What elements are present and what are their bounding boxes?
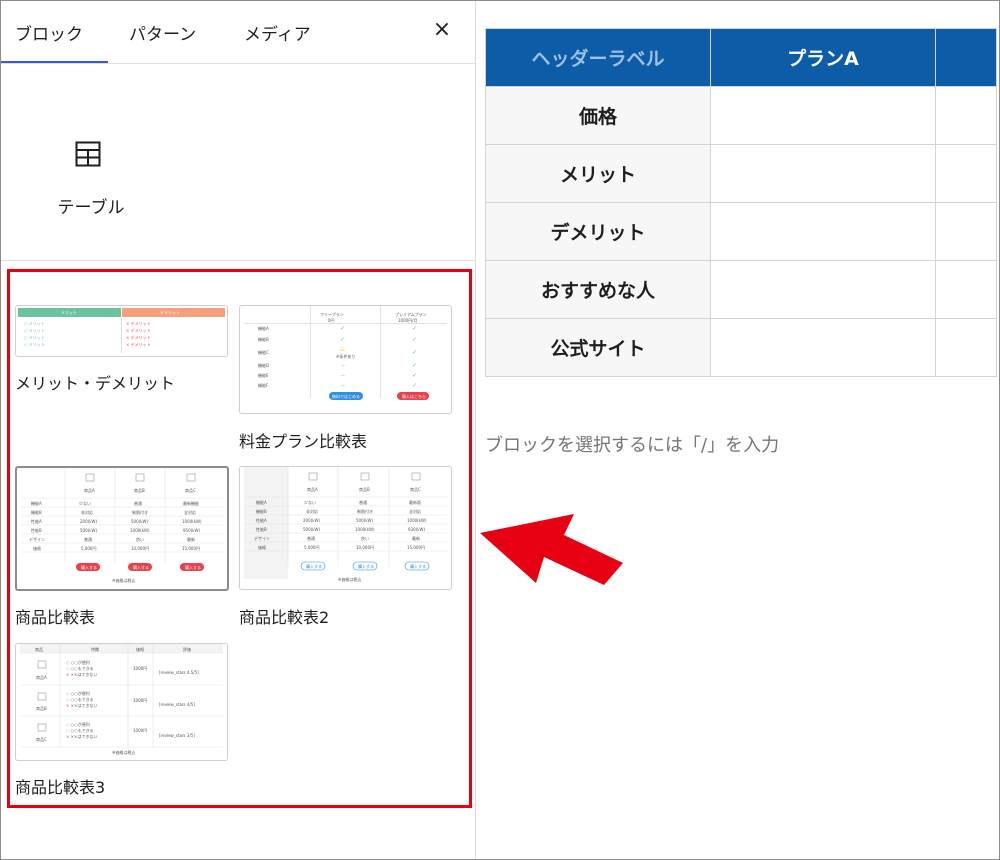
table-row: 公式サイト bbox=[485, 318, 997, 377]
table-header-row: ヘッダーラベル プランA bbox=[485, 28, 997, 87]
block-placeholder[interactable]: ブロックを選択するには「/」を入力 bbox=[485, 431, 779, 457]
close-icon[interactable]: × bbox=[431, 15, 453, 45]
table-cell[interactable] bbox=[710, 318, 936, 377]
row-header-cell[interactable]: 公式サイト bbox=[485, 318, 711, 377]
table-cell[interactable] bbox=[935, 202, 997, 261]
header-label-cell[interactable]: ヘッダーラベル bbox=[485, 28, 711, 87]
table-cell[interactable] bbox=[935, 86, 997, 145]
header-cell[interactable] bbox=[935, 28, 997, 87]
row-header-cell[interactable]: メリット bbox=[485, 144, 711, 203]
table-row: デメリット bbox=[485, 202, 997, 261]
table-row: メリット bbox=[485, 144, 997, 203]
red-arrow-annotation bbox=[480, 514, 623, 585]
highlight-box bbox=[7, 269, 472, 808]
table-row: 価格 bbox=[485, 86, 997, 145]
tab-blocks[interactable]: ブロック bbox=[15, 20, 83, 45]
table-block-button[interactable]: テーブル bbox=[41, 131, 141, 221]
inserter-tabs: ブロック パターン メディア × bbox=[1, 1, 475, 64]
table-cell[interactable] bbox=[935, 260, 997, 319]
tab-media[interactable]: メディア bbox=[244, 20, 311, 45]
table-row: おすすめな人 bbox=[485, 260, 997, 319]
block-inserter-panel: ブロック パターン メディア × テーブル メリット デメリット ○ メリット … bbox=[1, 1, 476, 859]
active-tab-indicator bbox=[1, 61, 108, 63]
editor-canvas: ヘッダーラベル プランA 価格 メリット デメリット おすすめな人 公式サイト bbox=[476, 1, 999, 859]
table-cell[interactable] bbox=[710, 202, 936, 261]
table-cell[interactable] bbox=[935, 318, 997, 377]
divider bbox=[1, 260, 475, 261]
header-plan-a-cell[interactable]: プランA bbox=[710, 28, 936, 87]
table-icon bbox=[75, 141, 101, 167]
comparison-table[interactable]: ヘッダーラベル プランA 価格 メリット デメリット おすすめな人 公式サイト bbox=[485, 28, 997, 377]
table-cell[interactable] bbox=[710, 144, 936, 203]
table-block-label: テーブル bbox=[57, 198, 125, 218]
table-cell[interactable] bbox=[710, 86, 936, 145]
table-cell[interactable] bbox=[710, 260, 936, 319]
row-header-cell[interactable]: おすすめな人 bbox=[485, 260, 711, 319]
tab-patterns[interactable]: パターン bbox=[129, 20, 196, 45]
row-header-cell[interactable]: 価格 bbox=[485, 86, 711, 145]
table-cell[interactable] bbox=[935, 144, 997, 203]
row-header-cell[interactable]: デメリット bbox=[485, 202, 711, 261]
